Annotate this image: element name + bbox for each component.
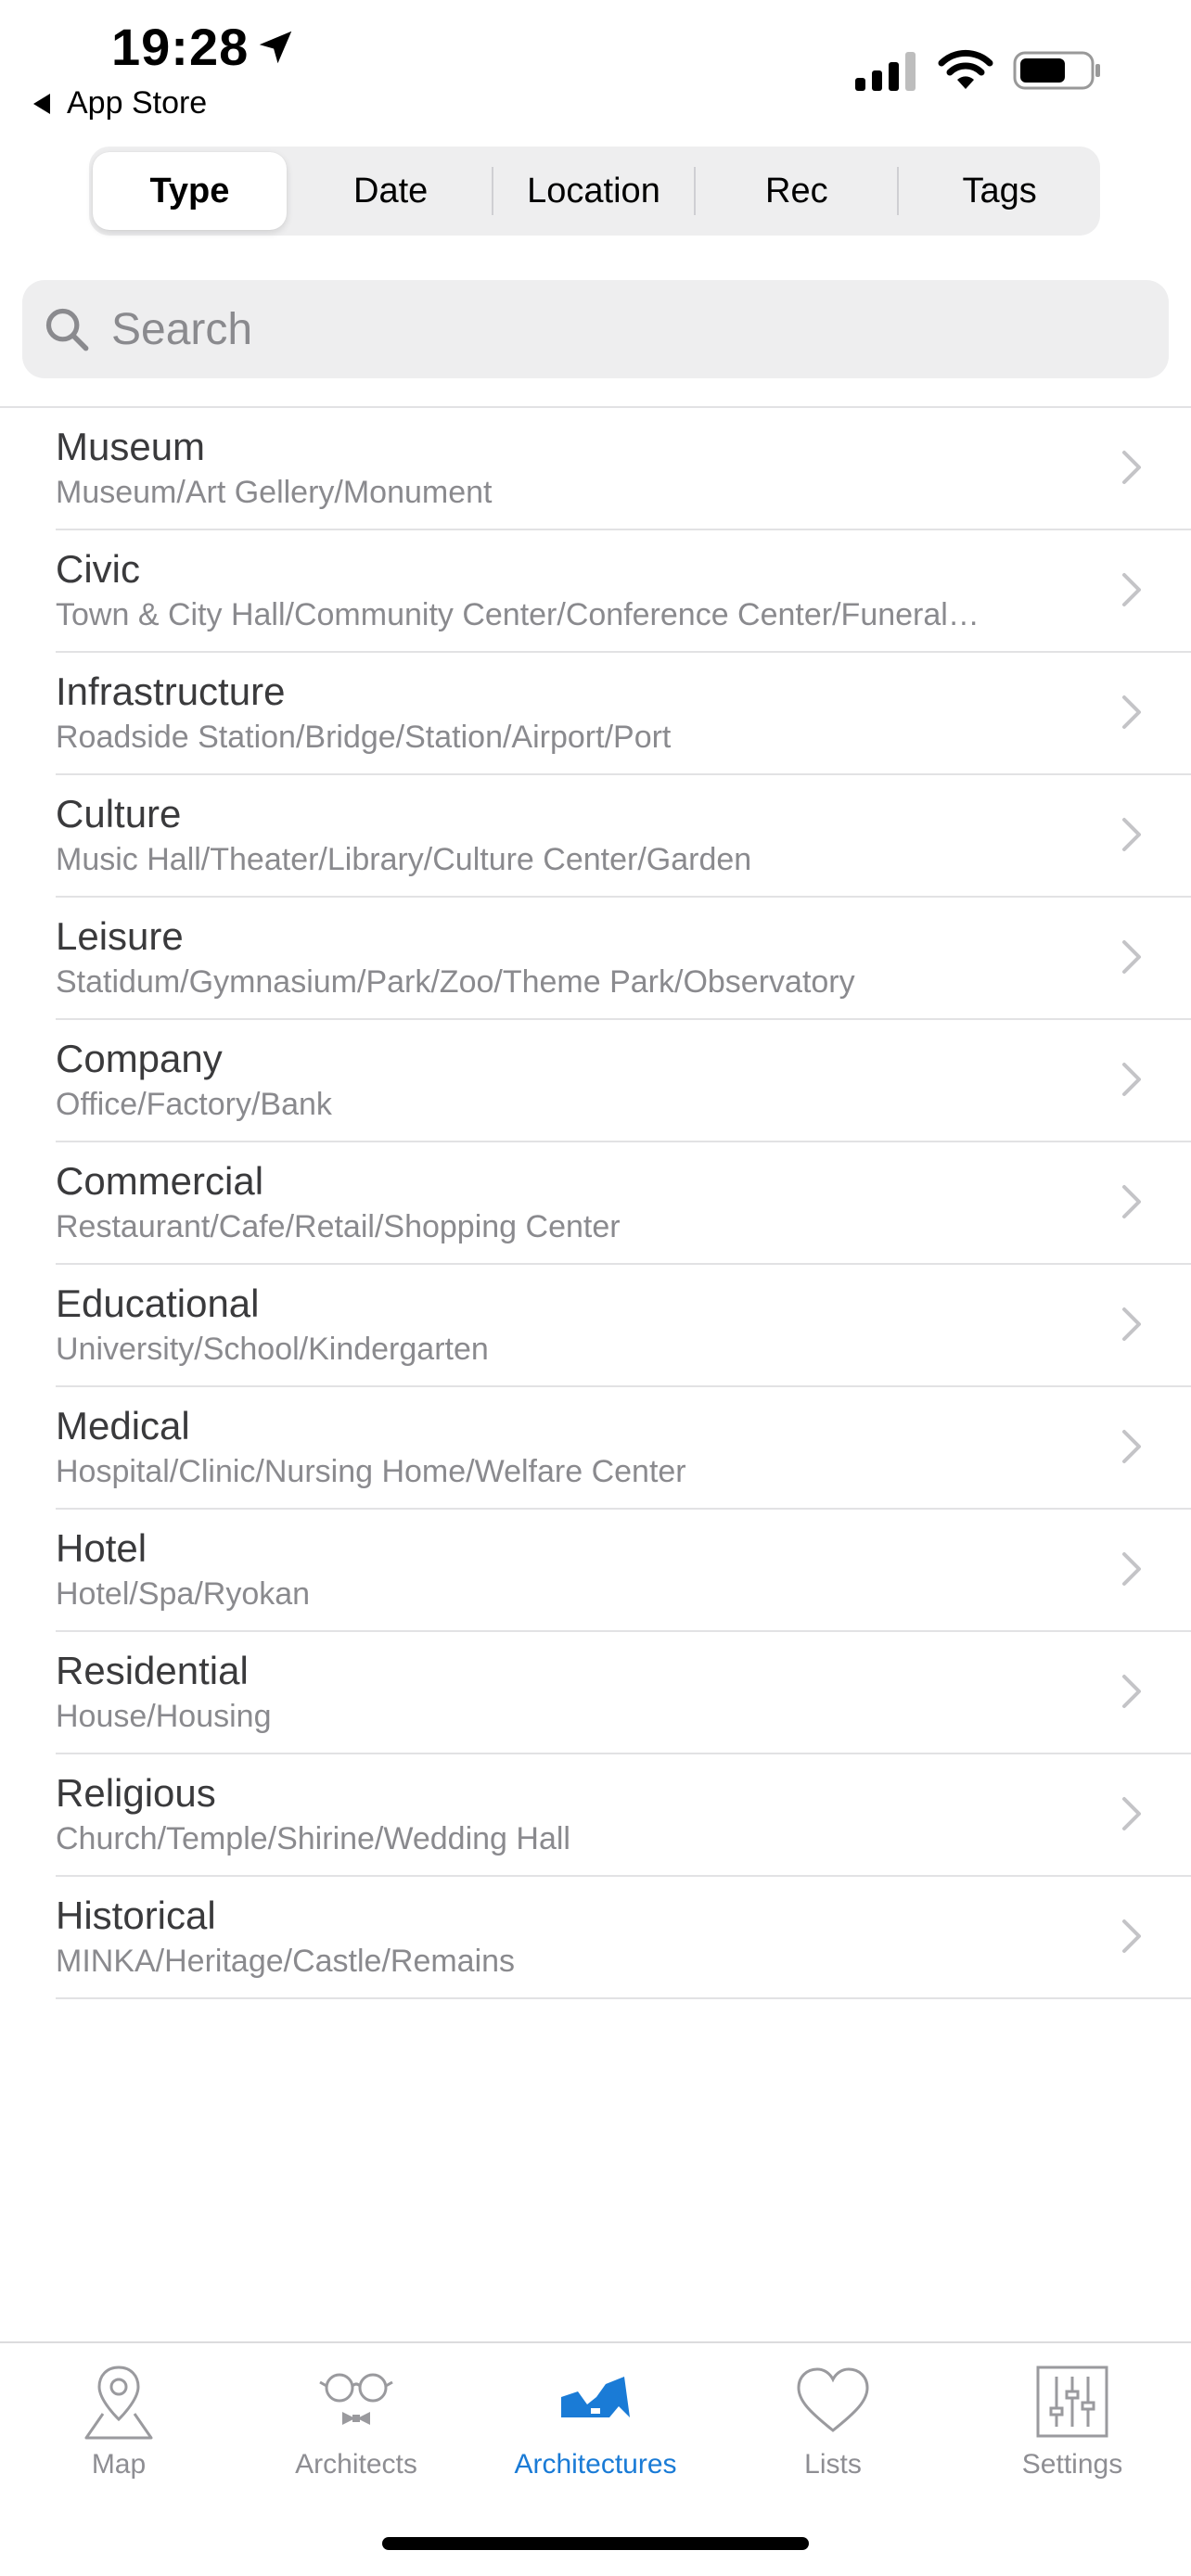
segment-divider — [694, 167, 697, 215]
tab-label: Map — [91, 2449, 147, 2480]
chevron-right-icon — [1122, 1307, 1141, 1341]
list-item-title: Civic — [56, 547, 140, 591]
list-item-leisure[interactable]: Leisure Statidum/Gymnasium/Park/Zoo/Them… — [56, 898, 1191, 1020]
list-item-culture[interactable]: Culture Music Hall/Theater/Library/Cultu… — [56, 775, 1191, 898]
chevron-right-icon — [1122, 818, 1141, 851]
tab-label: Architects — [295, 2449, 417, 2480]
list-item-religious[interactable]: Religious Church/Temple/Shirine/Wedding … — [56, 1754, 1191, 1877]
glasses-bowtie-icon — [319, 2373, 393, 2425]
list-item-educational[interactable]: Educational University/School/Kindergart… — [56, 1265, 1191, 1387]
tab-label: Settings — [1021, 2449, 1123, 2480]
location-arrow-icon — [259, 31, 292, 64]
list-item-historical[interactable]: Historical MINKA/Heritage/Castle/Remains — [56, 1877, 1191, 1999]
category-list: Museum Museum/Art Gellery/Monument Civic… — [0, 408, 1191, 1999]
search-bar[interactable] — [22, 280, 1169, 378]
list-item-company[interactable]: Company Office/Factory/Bank — [56, 1020, 1191, 1142]
chevron-right-icon — [1122, 695, 1141, 729]
tab-label: Architectures — [514, 2449, 677, 2480]
list-item-title: Museum — [56, 425, 206, 468]
list-item-title: Culture — [56, 792, 182, 835]
segment-rec[interactable]: Rec — [699, 152, 893, 230]
chevron-right-icon — [1122, 1919, 1141, 1953]
building-icon — [561, 2377, 630, 2417]
home-indicator — [382, 2537, 809, 2550]
search-input[interactable] — [109, 302, 1133, 356]
chevron-right-icon — [1122, 1552, 1141, 1586]
chevron-right-icon — [1122, 1797, 1141, 1830]
chevron-right-icon — [1122, 451, 1141, 484]
tab-architectures[interactable]: Architectures — [477, 2360, 714, 2480]
segment-date[interactable]: Date — [294, 152, 488, 230]
back-to-app-store[interactable]: App Store — [33, 85, 207, 121]
list-item-title: Historical — [56, 1894, 216, 1937]
list-item-subtitle: Museum/Art Gellery/Monument — [56, 475, 493, 510]
list-item-hotel[interactable]: Hotel Hotel/Spa/Ryokan — [56, 1510, 1191, 1632]
list-item-title: Leisure — [56, 914, 184, 958]
tab-architects[interactable]: Architects — [237, 2360, 475, 2480]
heart-icon — [797, 2367, 869, 2432]
list-item-commercial[interactable]: Commercial Restaurant/Cafe/Retail/Shoppi… — [56, 1142, 1191, 1265]
list-item-title: Residential — [56, 1649, 249, 1692]
list-item-residential[interactable]: Residential House/Housing — [56, 1632, 1191, 1754]
chevron-right-icon — [1122, 1185, 1141, 1218]
chevron-right-icon — [1122, 573, 1141, 606]
battery-icon — [1013, 51, 1100, 90]
list-item-title: Company — [56, 1037, 223, 1080]
list-item-subtitle: Statidum/Gymnasium/Park/Zoo/Theme Park/O… — [56, 964, 855, 1000]
wifi-icon — [938, 49, 993, 89]
list-item-civic[interactable]: Civic Town & City Hall/Community Center/… — [56, 530, 1191, 653]
list-item-title: Commercial — [56, 1159, 264, 1203]
list-item-subtitle: University/School/Kindergarten — [56, 1332, 489, 1367]
status-time: 19:28 — [111, 18, 250, 76]
list-item-subtitle: MINKA/Heritage/Castle/Remains — [56, 1944, 516, 1979]
segment-type[interactable]: Type — [93, 152, 287, 230]
list-item-subtitle: Hospital/Clinic/Nursing Home/Welfare Cen… — [56, 1454, 686, 1489]
back-triangle-icon — [33, 93, 50, 114]
segment-divider — [491, 167, 493, 215]
list-item-infrastructure[interactable]: Infrastructure Roadside Station/Bridge/S… — [56, 653, 1191, 775]
sliders-icon — [1036, 2366, 1108, 2438]
tab-label: Lists — [804, 2449, 862, 2480]
list-item-title: Religious — [56, 1771, 216, 1815]
list-item-subtitle: Church/Temple/Shirine/Wedding Hall — [56, 1821, 570, 1856]
list-item-subtitle: Hotel/Spa/Ryokan — [56, 1576, 311, 1612]
list-item-subtitle: House/Housing — [56, 1699, 272, 1734]
search-icon — [45, 308, 89, 351]
chevron-right-icon — [1122, 940, 1141, 974]
chevron-right-icon — [1122, 1430, 1141, 1463]
tab-lists[interactable]: Lists — [714, 2360, 952, 2480]
list-item-subtitle: Office/Factory/Bank — [56, 1087, 332, 1122]
chevron-right-icon — [1122, 1675, 1141, 1708]
segment-location[interactable]: Location — [497, 152, 691, 230]
back-label: App Store — [67, 85, 208, 121]
list-item-subtitle: Restaurant/Cafe/Retail/Shopping Center — [56, 1209, 621, 1244]
segment-divider — [897, 167, 900, 215]
chevron-right-icon — [1122, 1063, 1141, 1096]
tab-settings[interactable]: Settings — [954, 2360, 1191, 2480]
tab-map[interactable]: Map — [0, 2360, 237, 2480]
list-item-subtitle: Music Hall/Theater/Library/Culture Cente… — [56, 842, 752, 877]
segment-tags[interactable]: Tags — [903, 152, 1096, 230]
list-item-title: Infrastructure — [56, 670, 286, 713]
cellular-signal-icon — [855, 52, 916, 91]
list-item-title: Educational — [56, 1282, 260, 1325]
list-item-subtitle: Town & City Hall/Community Center/Confer… — [56, 597, 980, 632]
list-item-title: Hotel — [56, 1526, 147, 1570]
list-item-medical[interactable]: Medical Hospital/Clinic/Nursing Home/Wel… — [56, 1387, 1191, 1510]
filter-segmented-control: Type Date Location Rec Tags — [89, 147, 1100, 236]
list-item-subtitle: Roadside Station/Bridge/Station/Airport/… — [56, 720, 672, 755]
list-item-museum[interactable]: Museum Museum/Art Gellery/Monument — [56, 408, 1191, 530]
list-item-title: Medical — [56, 1404, 190, 1447]
app-screen: 19:28 App Store Type Date Location Rec T… — [0, 0, 1191, 2576]
map-pin-icon — [84, 2366, 153, 2440]
